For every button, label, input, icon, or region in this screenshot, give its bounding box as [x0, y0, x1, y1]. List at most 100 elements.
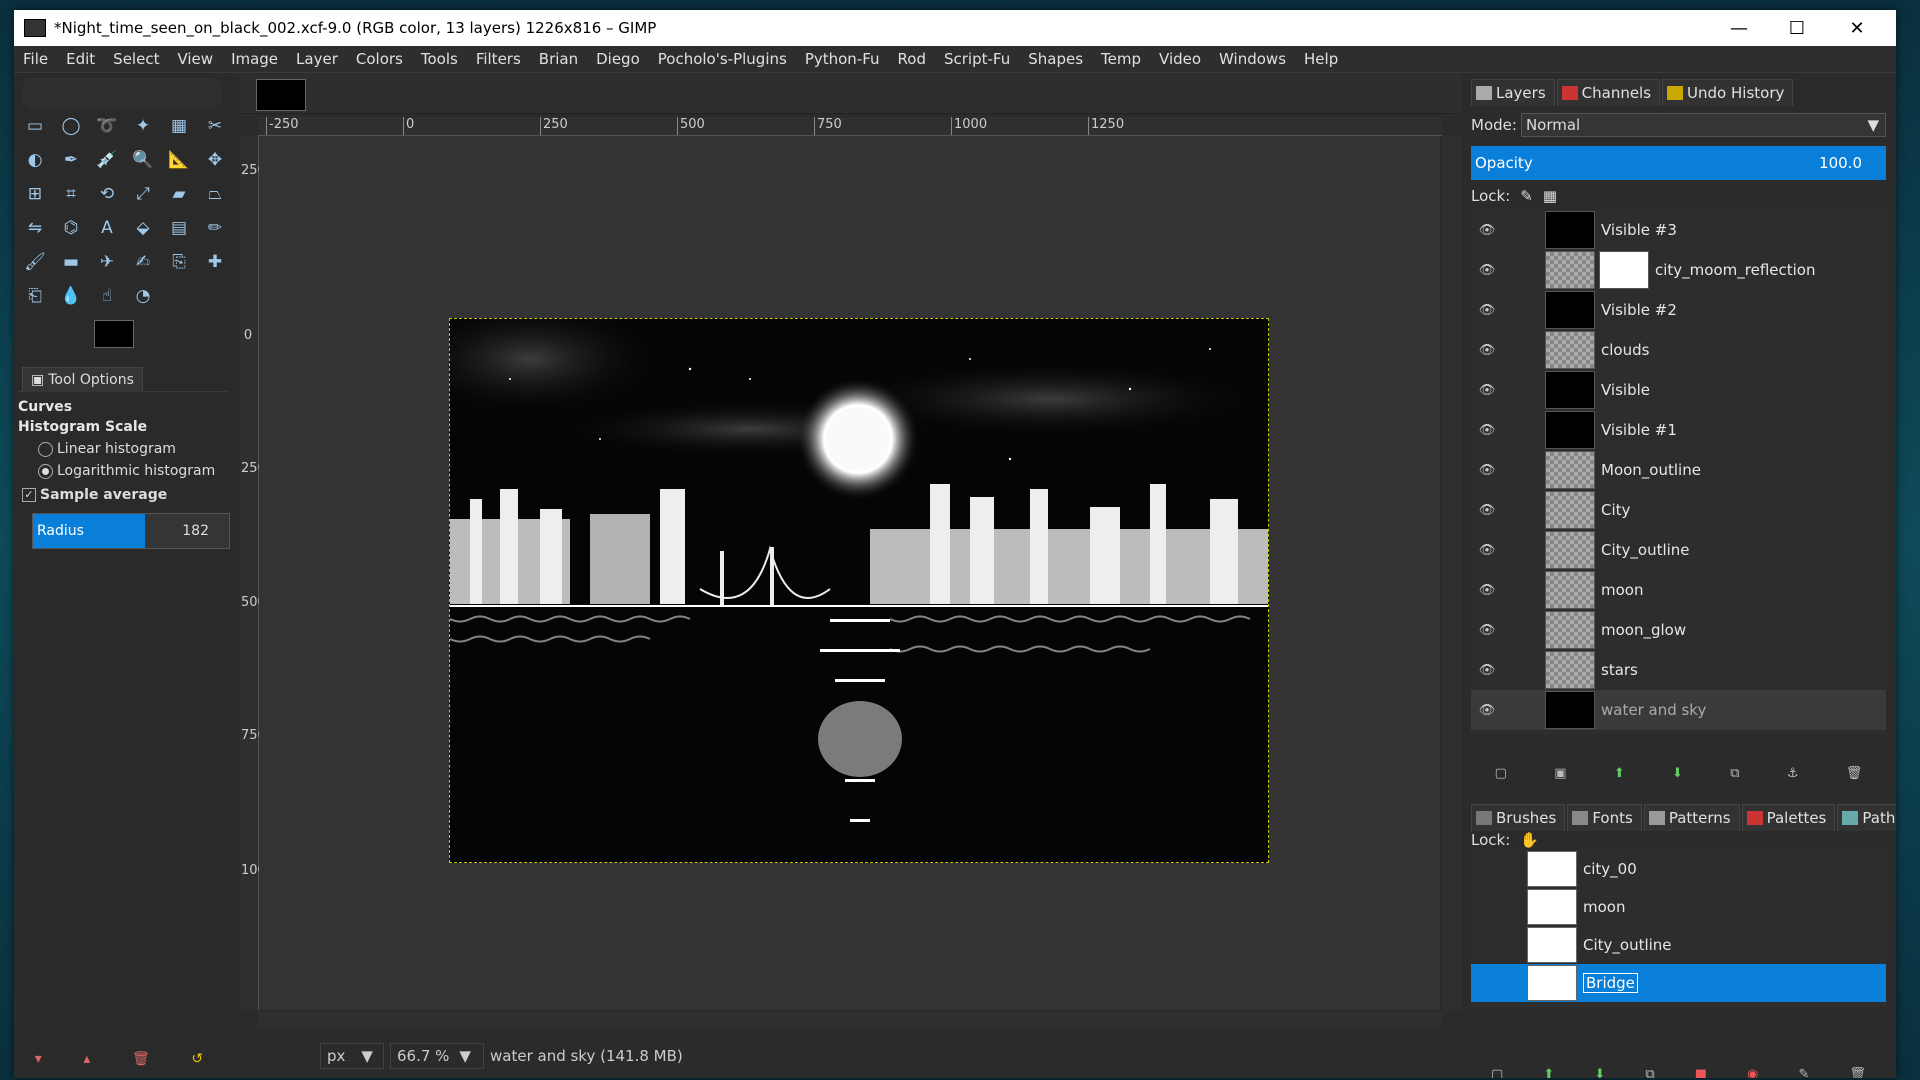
- eye-icon[interactable]: 👁: [1475, 223, 1499, 238]
- menu-tools[interactable]: Tools: [412, 50, 467, 68]
- vertical-scrollbar[interactable]: [1442, 135, 1462, 1010]
- tab-tool-options[interactable]: ▣ Tool Options: [22, 367, 143, 392]
- lower-layer-icon[interactable]: ⬇: [1672, 766, 1683, 781]
- menu-help[interactable]: Help: [1295, 50, 1347, 68]
- horizontal-scrollbar[interactable]: [258, 1012, 1442, 1028]
- save-options-icon[interactable]: ▾: [35, 1051, 42, 1067]
- menu-colors[interactable]: Colors: [347, 50, 412, 68]
- eye-icon[interactable]: 👁: [1475, 623, 1499, 638]
- new-path-icon[interactable]: ▢: [1491, 1067, 1503, 1079]
- raise-layer-icon[interactable]: ⬆: [1614, 766, 1625, 781]
- lower-path-icon[interactable]: ⬇: [1594, 1067, 1605, 1079]
- move-tool-icon[interactable]: ✥: [202, 147, 228, 173]
- layer-row[interactable]: 👁 clouds: [1471, 330, 1886, 370]
- radius-value[interactable]: 182: [145, 514, 229, 548]
- menu-python-fu[interactable]: Python-Fu: [796, 50, 889, 68]
- menu-edit[interactable]: Edit: [57, 50, 104, 68]
- perspective-clone-tool-icon[interactable]: ⎗: [22, 283, 48, 309]
- delete-path-icon[interactable]: 🗑: [1849, 1067, 1866, 1079]
- linear-histogram-radio[interactable]: Linear histogram: [38, 441, 228, 457]
- delete-options-icon[interactable]: 🗑: [132, 1051, 150, 1067]
- rect-select-tool-icon[interactable]: ▭: [22, 113, 48, 139]
- image-canvas[interactable]: [449, 318, 1269, 863]
- eye-icon[interactable]: 👁: [1475, 463, 1499, 478]
- smudge-tool-icon[interactable]: ☝: [94, 283, 120, 309]
- eye-icon[interactable]: 👁: [1475, 383, 1499, 398]
- color-picker-tool-icon[interactable]: 💉: [94, 147, 120, 173]
- menu-layer[interactable]: Layer: [287, 50, 347, 68]
- perspective-tool-icon[interactable]: ⏢: [202, 181, 228, 207]
- dodge-burn-tool-icon[interactable]: ◔: [130, 283, 156, 309]
- foreground-select-tool-icon[interactable]: ◐: [22, 147, 48, 173]
- layer-row[interactable]: 👁 moon: [1471, 570, 1886, 610]
- cage-tool-icon[interactable]: ⌬: [58, 215, 84, 241]
- foreground-color[interactable]: [94, 320, 134, 348]
- eye-icon[interactable]: 👁: [1475, 663, 1499, 678]
- tab-channels[interactable]: Channels: [1556, 79, 1661, 106]
- vertical-ruler[interactable]: 250 0 250 500 750 1000: [240, 135, 274, 1010]
- gradient-tool-icon[interactable]: ▤: [166, 215, 192, 241]
- clone-tool-icon[interactable]: ⎘: [166, 249, 192, 275]
- delete-layer-icon[interactable]: 🗑: [1846, 766, 1863, 781]
- opacity-value[interactable]: 100.0: [1819, 154, 1862, 172]
- unified-transform-tool-icon[interactable]: ⟲: [94, 181, 120, 207]
- tab-fonts[interactable]: Fonts: [1567, 804, 1642, 831]
- zoom-value[interactable]: 66.7 %: [397, 1047, 449, 1065]
- raise-path-icon[interactable]: ⬆: [1543, 1067, 1554, 1079]
- logarithmic-histogram-radio[interactable]: Logarithmic histogram: [38, 463, 228, 479]
- lock-position-icon[interactable]: ✋: [1520, 831, 1539, 849]
- anchor-layer-icon[interactable]: ⚓: [1787, 766, 1799, 781]
- paint-along-path-icon[interactable]: ✎: [1798, 1067, 1809, 1079]
- menu-windows[interactable]: Windows: [1210, 50, 1295, 68]
- zoom-tool-icon[interactable]: 🔍: [130, 147, 156, 173]
- eraser-tool-icon[interactable]: ▬: [58, 249, 84, 275]
- layer-mask-thumbnail[interactable]: [1599, 251, 1649, 289]
- path-name[interactable]: Bridge: [1583, 973, 1638, 993]
- align-tool-icon[interactable]: ⊞: [22, 181, 48, 207]
- color-select-tool-icon[interactable]: ▦: [166, 113, 192, 139]
- eye-icon[interactable]: 👁: [1475, 343, 1499, 358]
- fuzzy-select-tool-icon[interactable]: ✦: [130, 113, 156, 139]
- image-tab-thumbnail[interactable]: [256, 79, 306, 111]
- measure-tool-icon[interactable]: 📐: [166, 147, 192, 173]
- menu-shapes[interactable]: Shapes: [1019, 50, 1092, 68]
- menu-video[interactable]: Video: [1150, 50, 1210, 68]
- eye-icon[interactable]: 👁: [1475, 543, 1499, 558]
- layer-row-active[interactable]: 👁 water and sky: [1471, 690, 1886, 730]
- blur-tool-icon[interactable]: 💧: [58, 283, 84, 309]
- path-row[interactable]: moon: [1471, 888, 1886, 926]
- menu-diego[interactable]: Diego: [587, 50, 649, 68]
- tab-brushes[interactable]: Brushes: [1471, 804, 1566, 831]
- path-to-selection-icon[interactable]: ■: [1695, 1067, 1707, 1079]
- tab-patterns[interactable]: Patterns: [1643, 804, 1740, 831]
- bucket-fill-tool-icon[interactable]: ⬙: [130, 215, 156, 241]
- minimize-button[interactable]: —: [1710, 10, 1768, 46]
- layer-row[interactable]: 👁 moon_glow: [1471, 610, 1886, 650]
- mode-dropdown[interactable]: Normal ▼: [1520, 113, 1886, 137]
- layer-row[interactable]: 👁 stars: [1471, 650, 1886, 690]
- opacity-spinscale[interactable]: Opacity 100.0: [1471, 146, 1886, 180]
- text-tool-icon[interactable]: A: [94, 215, 120, 241]
- new-layer-icon[interactable]: ▢: [1495, 766, 1507, 781]
- horizontal-ruler[interactable]: -250 0 250 500 750 1000 1250: [258, 117, 1442, 136]
- shear-tool-icon[interactable]: ▰: [166, 181, 192, 207]
- scissors-tool-icon[interactable]: ✂: [202, 113, 228, 139]
- layer-row[interactable]: 👁 City_outline: [1471, 530, 1886, 570]
- restore-options-icon[interactable]: ▴: [83, 1051, 90, 1067]
- menu-view[interactable]: View: [168, 50, 222, 68]
- layer-row[interactable]: 👁 Visible #1: [1471, 410, 1886, 450]
- menu-select[interactable]: Select: [104, 50, 168, 68]
- menu-temp[interactable]: Temp: [1092, 50, 1150, 68]
- new-layer-group-icon[interactable]: ▣: [1554, 766, 1566, 781]
- free-select-tool-icon[interactable]: ➰: [94, 113, 120, 139]
- layer-row[interactable]: 👁 Visible: [1471, 370, 1886, 410]
- ink-tool-icon[interactable]: ✍: [130, 249, 156, 275]
- eye-icon[interactable]: 👁: [1475, 263, 1499, 278]
- paths-tool-icon[interactable]: ✒: [58, 147, 84, 173]
- eye-icon[interactable]: 👁: [1475, 583, 1499, 598]
- ellipse-select-tool-icon[interactable]: ◯: [58, 113, 84, 139]
- close-button[interactable]: ✕: [1828, 10, 1886, 46]
- layer-row[interactable]: 👁 Visible #2: [1471, 290, 1886, 330]
- path-row[interactable]: City_outline: [1471, 926, 1886, 964]
- lock-alpha-icon[interactable]: ▦: [1543, 187, 1557, 205]
